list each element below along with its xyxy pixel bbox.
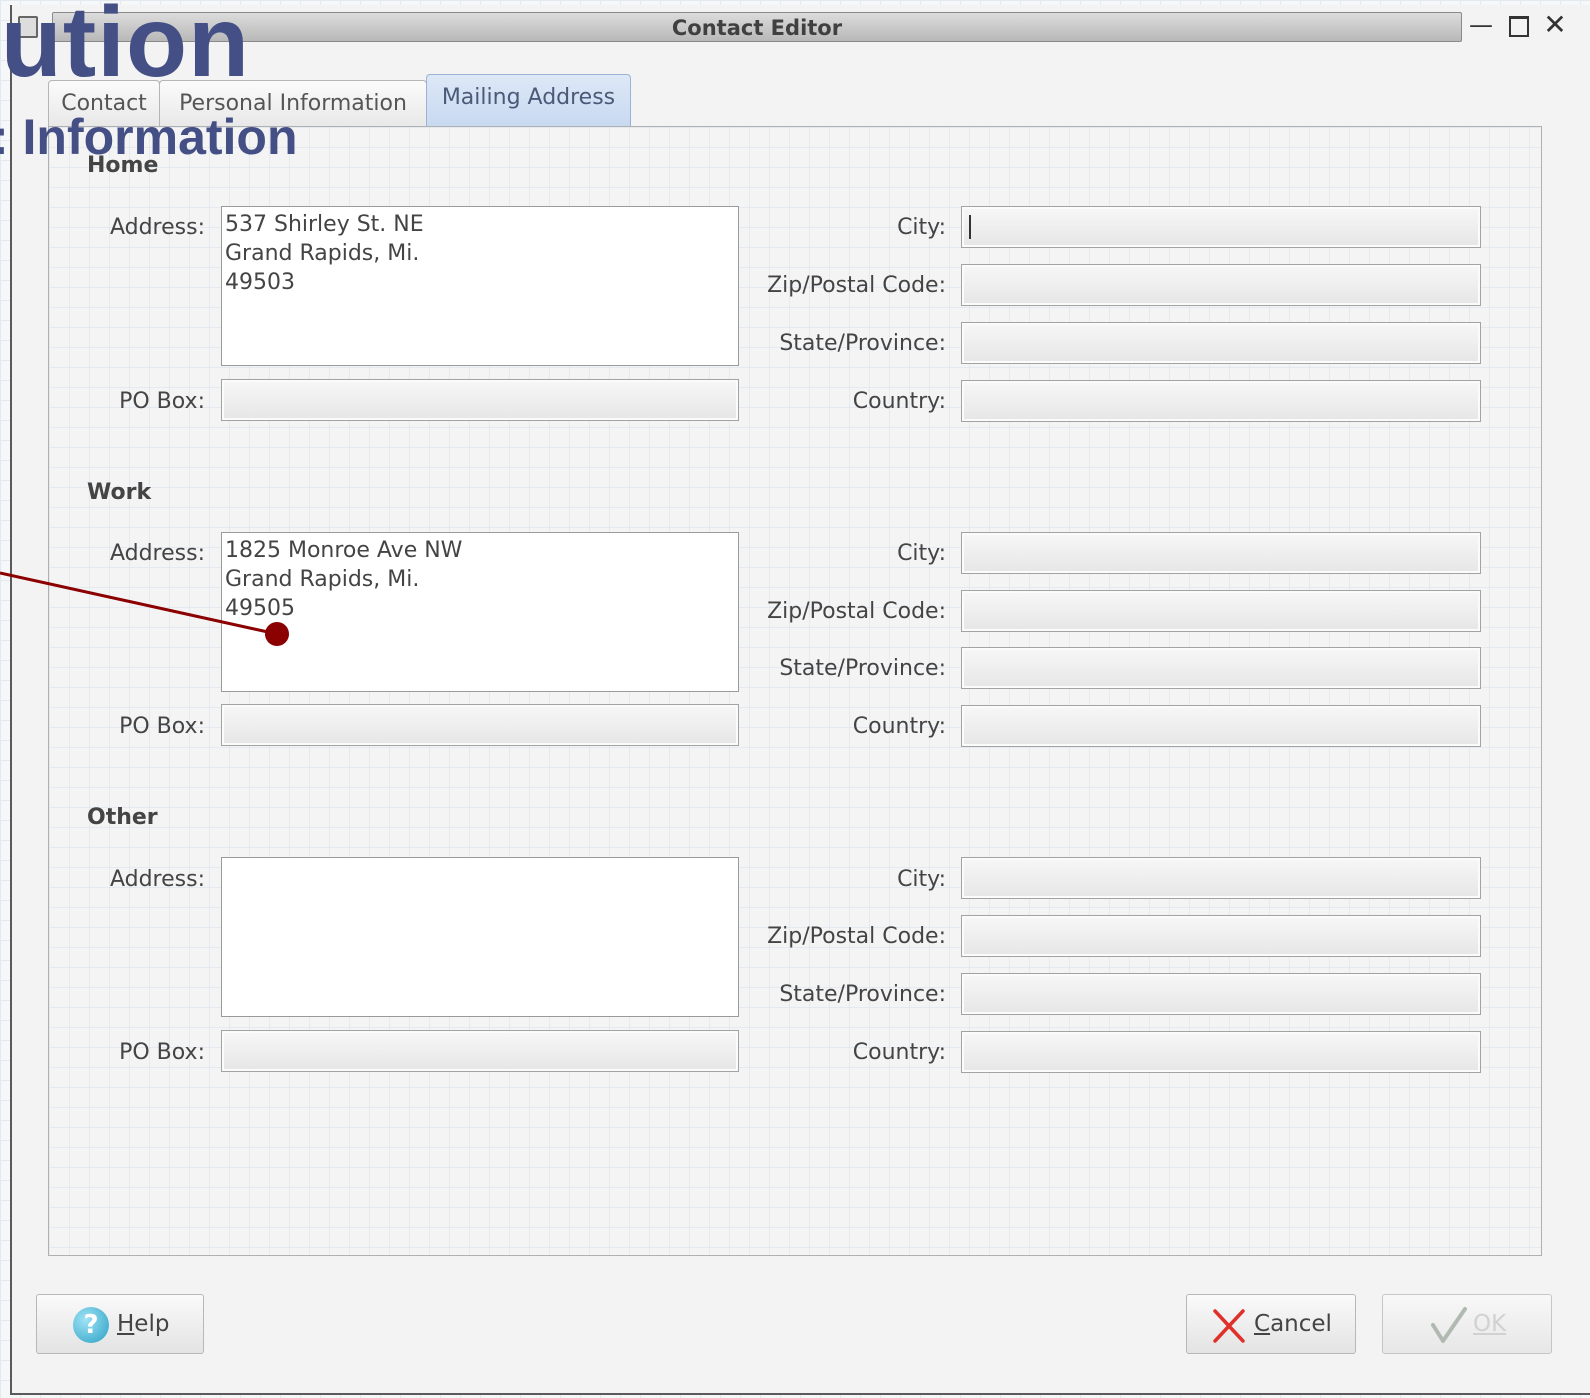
help-icon: ? bbox=[73, 1307, 109, 1343]
other-state-label: State/Province: bbox=[779, 982, 946, 1007]
home-state-label: State/Province: bbox=[779, 331, 946, 356]
home-zip-field[interactable] bbox=[961, 264, 1481, 306]
home-city-label: City: bbox=[897, 215, 946, 240]
close-icon[interactable]: ✕ bbox=[1542, 11, 1568, 39]
work-country-label: Country: bbox=[852, 714, 946, 739]
other-zip-label: Zip/Postal Code: bbox=[767, 924, 946, 949]
title-bar[interactable]: Contact Editor bbox=[52, 12, 1462, 42]
other-state-field[interactable] bbox=[961, 973, 1481, 1015]
home-zip-label: Zip/Postal Code: bbox=[767, 273, 946, 298]
cancel-button[interactable]: Cancel bbox=[1186, 1294, 1356, 1354]
other-zip-field[interactable] bbox=[961, 915, 1481, 957]
overlay-title: lution bbox=[0, 0, 251, 98]
ok-check-icon bbox=[1431, 1307, 1467, 1343]
minimize-icon[interactable]: — bbox=[1468, 12, 1494, 38]
work-city-field[interactable] bbox=[961, 532, 1481, 574]
ok-label: OK bbox=[1473, 1311, 1507, 1337]
cancel-x-icon bbox=[1213, 1309, 1245, 1343]
help-button[interactable]: ? Help bbox=[36, 1294, 204, 1354]
other-country-label: Country: bbox=[852, 1040, 946, 1065]
tab-label: Mailing Address bbox=[441, 85, 616, 110]
maximize-icon[interactable] bbox=[1506, 12, 1532, 38]
work-state-field[interactable] bbox=[961, 647, 1481, 689]
other-country-field[interactable] bbox=[961, 1031, 1481, 1073]
cancel-mnemonic: C bbox=[1254, 1311, 1271, 1337]
work-city-label: City: bbox=[897, 541, 946, 566]
home-country-label: Country: bbox=[852, 389, 946, 414]
work-country-field[interactable] bbox=[961, 705, 1481, 747]
help-mnemonic: H bbox=[117, 1311, 135, 1337]
home-city-field[interactable] bbox=[961, 206, 1481, 248]
cancel-label: Cancel bbox=[1254, 1311, 1332, 1337]
overlay-subtitle: : Information bbox=[0, 109, 298, 165]
ok-button[interactable]: OK bbox=[1382, 1294, 1552, 1354]
work-state-label: State/Province: bbox=[779, 656, 946, 681]
help-label: Help bbox=[117, 1311, 169, 1337]
home-country-field[interactable] bbox=[961, 380, 1481, 422]
section-title-other: Other bbox=[87, 805, 158, 830]
work-zip-field[interactable] bbox=[961, 590, 1481, 632]
tab-mailing-address[interactable]: Mailing Address bbox=[426, 74, 631, 127]
window-title: Contact Editor bbox=[671, 16, 843, 40]
other-city-label: City: bbox=[897, 867, 946, 892]
cancel-label-rest: ancel bbox=[1270, 1311, 1332, 1337]
other-city-field[interactable] bbox=[961, 857, 1481, 899]
home-state-field[interactable] bbox=[961, 322, 1481, 364]
section-title-work: Work bbox=[87, 480, 152, 505]
work-zip-label: Zip/Postal Code: bbox=[767, 599, 946, 624]
help-label-rest: elp bbox=[134, 1311, 170, 1337]
text-cursor bbox=[969, 215, 971, 239]
